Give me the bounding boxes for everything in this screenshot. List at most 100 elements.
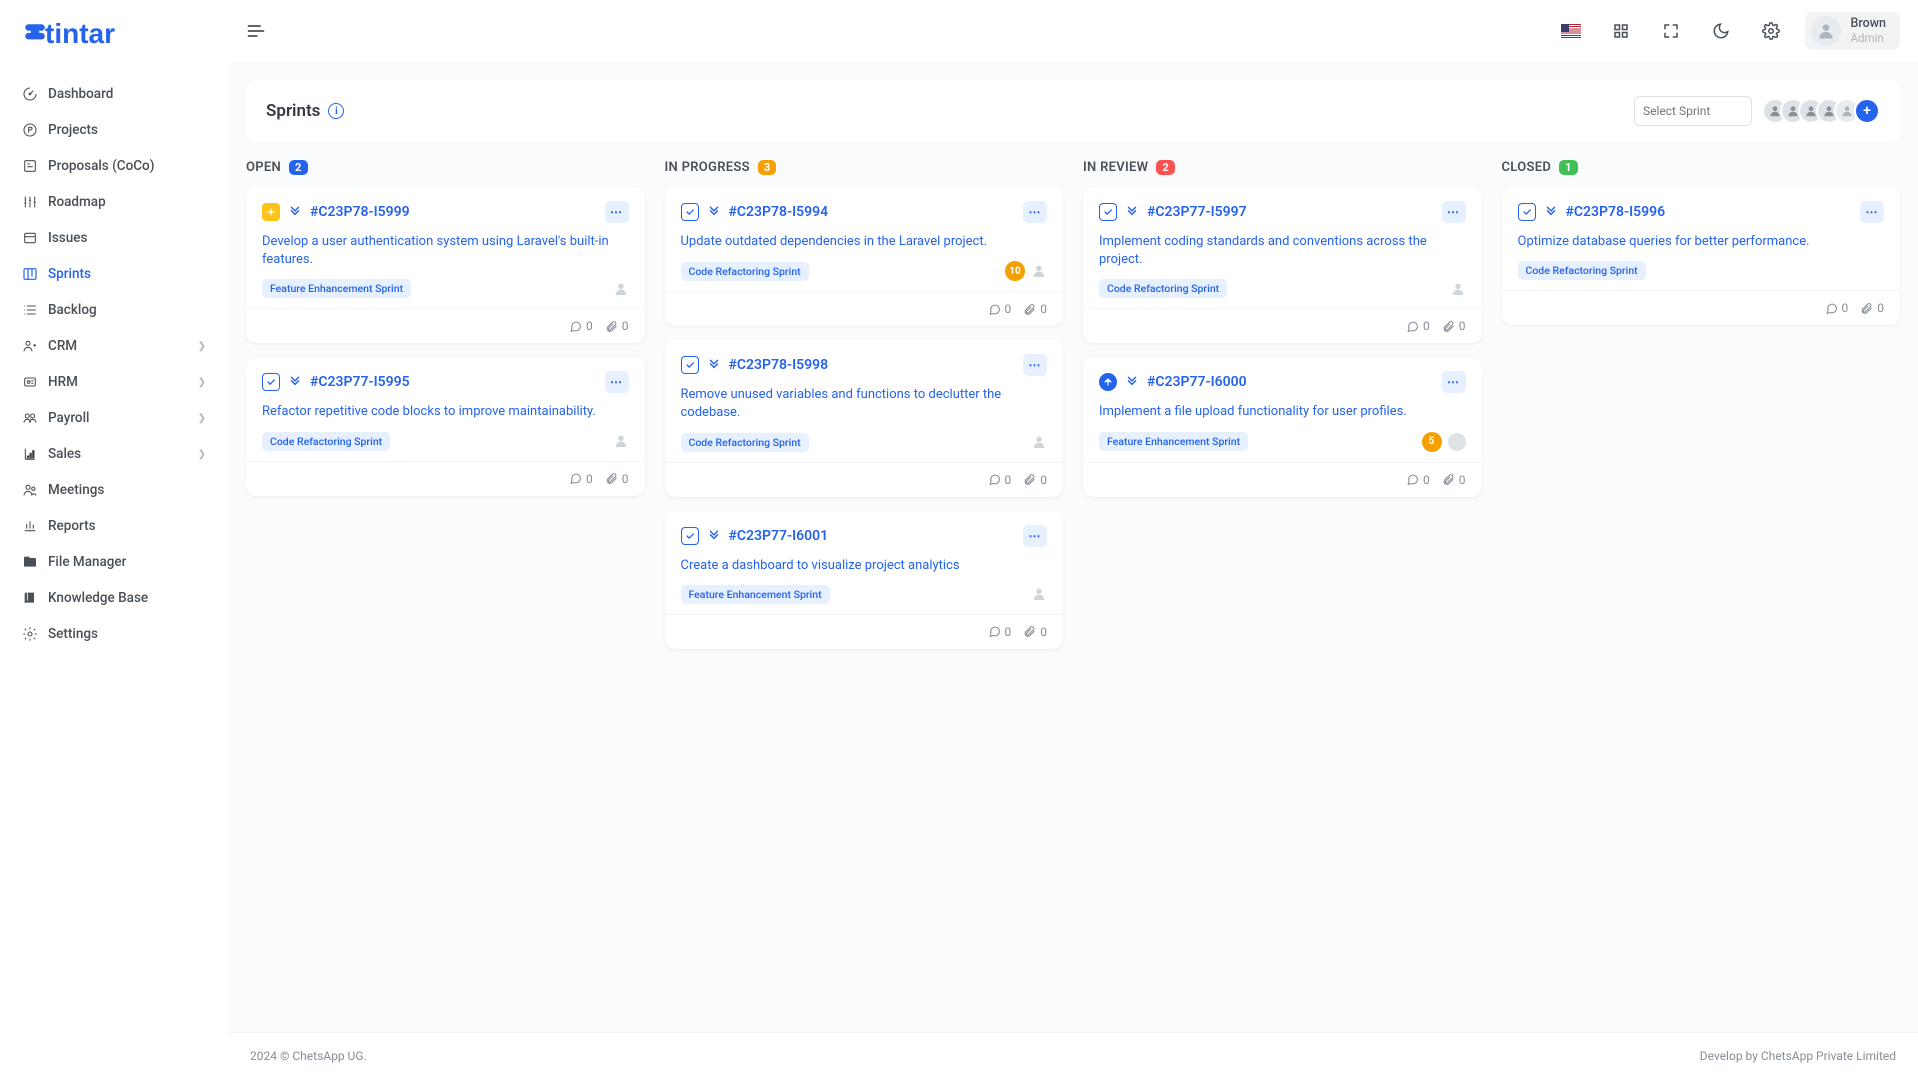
- sidebar-item-crm[interactable]: CRM❯: [0, 328, 228, 364]
- comments-count[interactable]: 0: [569, 319, 593, 333]
- sprint-tag[interactable]: Feature Enhancement Sprint: [1099, 432, 1248, 451]
- comments-count[interactable]: 0: [988, 625, 1012, 639]
- card-id[interactable]: #C23P78-I5996: [1566, 204, 1666, 220]
- assignee-placeholder-icon[interactable]: [1031, 434, 1047, 450]
- sidebar-item-sales[interactable]: Sales❯: [0, 436, 228, 472]
- sidebar-item-knowledge-base[interactable]: Knowledge Base: [0, 580, 228, 616]
- sprint-tag[interactable]: Feature Enhancement Sprint: [262, 279, 411, 298]
- sprint-tag[interactable]: Feature Enhancement Sprint: [681, 585, 830, 604]
- sidebar-item-proposals-coco-[interactable]: Proposals (CoCo): [0, 148, 228, 184]
- issues-icon: [22, 230, 38, 246]
- card-menu-button[interactable]: ⋯: [605, 371, 629, 393]
- logo[interactable]: tintar: [0, 0, 228, 68]
- card-title[interactable]: Remove unused variables and functions to…: [681, 386, 1048, 422]
- sidebar-item-issues[interactable]: Issues: [0, 220, 228, 256]
- sprint-tag[interactable]: Code Refactoring Sprint: [1518, 261, 1646, 280]
- card-menu-button[interactable]: ⋯: [1023, 525, 1047, 547]
- assignee-placeholder-icon[interactable]: [613, 433, 629, 449]
- footer: 2024 © ChetsApp UG. Develop by ChetsApp …: [228, 1032, 1918, 1079]
- info-icon[interactable]: i: [328, 103, 344, 119]
- sidebar-item-sprints[interactable]: Sprints: [0, 256, 228, 292]
- sprint-tag[interactable]: Code Refactoring Sprint: [262, 432, 390, 451]
- attachments-count[interactable]: 0: [605, 472, 629, 486]
- card-id[interactable]: #C23P77-I5995: [310, 374, 410, 390]
- attachments-count[interactable]: 0: [1023, 473, 1047, 487]
- card-id[interactable]: #C23P77-I5997: [1147, 204, 1247, 220]
- card-menu-button[interactable]: ⋯: [1023, 201, 1047, 223]
- assignee-placeholder-icon[interactable]: [613, 281, 629, 297]
- column-title: CLOSED: [1502, 160, 1552, 175]
- sidebar-item-projects[interactable]: Projects: [0, 112, 228, 148]
- card[interactable]: #C23P77-I6000 ⋯ Implement a file upload fu…: [1083, 357, 1482, 496]
- sidebar-item-file-manager[interactable]: File Manager: [0, 544, 228, 580]
- card-menu-button[interactable]: ⋯: [1442, 371, 1466, 393]
- card-menu-button[interactable]: ⋯: [605, 201, 629, 223]
- sidebar-item-hrm[interactable]: HRM❯: [0, 364, 228, 400]
- card[interactable]: #C23P78-I5996 ⋯ Optimize database queries …: [1502, 187, 1901, 325]
- board: OPEN2#C23P78-I5999⋯Develop a user authen…: [228, 160, 1918, 1032]
- sidebar-item-label: Projects: [48, 122, 98, 138]
- card[interactable]: #C23P77-I5997 ⋯ Implement coding standards…: [1083, 187, 1482, 343]
- comments-count[interactable]: 0: [988, 473, 1012, 487]
- sidebar-item-meetings[interactable]: Meetings: [0, 472, 228, 508]
- sprint-tag[interactable]: Code Refactoring Sprint: [1099, 279, 1227, 298]
- card-title[interactable]: Implement a file upload functionality fo…: [1099, 403, 1466, 421]
- fullscreen-button[interactable]: [1655, 15, 1687, 47]
- comments-count[interactable]: 0: [1406, 319, 1430, 333]
- priority-icon: [1125, 205, 1139, 219]
- settings-button[interactable]: [1755, 15, 1787, 47]
- card-id[interactable]: #C23P78-I5998: [729, 357, 829, 373]
- card-id[interactable]: #C23P78-I5999: [310, 204, 410, 220]
- attachments-count[interactable]: 0: [1023, 302, 1047, 316]
- comments-count[interactable]: 0: [1406, 473, 1430, 487]
- add-member-button[interactable]: +: [1854, 98, 1880, 124]
- card-id[interactable]: #C23P77-I6000: [1147, 374, 1247, 390]
- card-menu-button[interactable]: ⋯: [1860, 201, 1884, 223]
- card-title[interactable]: Refactor repetitive code blocks to impro…: [262, 403, 629, 421]
- chevron-right-icon: ❯: [198, 377, 206, 388]
- sidebar-item-settings[interactable]: Settings: [0, 616, 228, 652]
- board-icon: [22, 266, 38, 282]
- theme-button[interactable]: [1705, 15, 1737, 47]
- card-title[interactable]: Implement coding standards and conventio…: [1099, 233, 1466, 269]
- sidebar-item-roadmap[interactable]: Roadmap: [0, 184, 228, 220]
- sprint-tag[interactable]: Code Refactoring Sprint: [681, 433, 809, 452]
- avatar: [1811, 16, 1841, 46]
- chevron-right-icon: ❯: [198, 449, 206, 460]
- card-id[interactable]: #C23P78-I5994: [729, 204, 829, 220]
- comments-count[interactable]: 0: [988, 302, 1012, 316]
- sidebar-item-payroll[interactable]: Payroll❯: [0, 400, 228, 436]
- assignee-placeholder-icon[interactable]: [1031, 586, 1047, 602]
- assignee-avatar[interactable]: [1448, 433, 1466, 451]
- card-title[interactable]: Develop a user authentication system usi…: [262, 233, 629, 269]
- card[interactable]: #C23P77-I6001 ⋯ Create a dashboard to visu…: [665, 511, 1064, 649]
- card-title[interactable]: Update outdated dependencies in the Lara…: [681, 233, 1048, 251]
- card[interactable]: #C23P78-I5999 ⋯ Develop a user authenticat…: [246, 187, 645, 343]
- user-menu[interactable]: Brown Admin: [1805, 12, 1900, 50]
- apps-button[interactable]: [1605, 15, 1637, 47]
- card-menu-button[interactable]: ⋯: [1023, 354, 1047, 376]
- card-menu-button[interactable]: ⋯: [1442, 201, 1466, 223]
- attachments-count[interactable]: 0: [1860, 301, 1884, 315]
- card[interactable]: #C23P78-I5994 ⋯ Update outdated dependenci…: [665, 187, 1064, 326]
- card[interactable]: #C23P78-I5998 ⋯ Remove unused variables an…: [665, 340, 1064, 496]
- attachments-count[interactable]: 0: [1442, 319, 1466, 333]
- card-id[interactable]: #C23P77-I6001: [729, 528, 829, 544]
- attachments-count[interactable]: 0: [605, 319, 629, 333]
- comments-count[interactable]: 0: [569, 472, 593, 486]
- card-title[interactable]: Create a dashboard to visualize project …: [681, 557, 1048, 575]
- comments-count[interactable]: 0: [1825, 301, 1849, 315]
- sprint-tag[interactable]: Code Refactoring Sprint: [681, 262, 809, 281]
- assignee-placeholder-icon[interactable]: [1450, 281, 1466, 297]
- sprint-select[interactable]: [1634, 96, 1752, 126]
- sidebar-item-dashboard[interactable]: Dashboard: [0, 76, 228, 112]
- menu-toggle[interactable]: [246, 21, 266, 41]
- assignee-placeholder-icon[interactable]: [1031, 263, 1047, 279]
- attachments-count[interactable]: 0: [1442, 473, 1466, 487]
- card-title[interactable]: Optimize database queries for better per…: [1518, 233, 1885, 251]
- card[interactable]: #C23P77-I5995 ⋯ Refactor repetitive code b…: [246, 357, 645, 495]
- sidebar-item-reports[interactable]: Reports: [0, 508, 228, 544]
- language-button[interactable]: [1555, 15, 1587, 47]
- sidebar-item-backlog[interactable]: Backlog: [0, 292, 228, 328]
- attachments-count[interactable]: 0: [1023, 625, 1047, 639]
